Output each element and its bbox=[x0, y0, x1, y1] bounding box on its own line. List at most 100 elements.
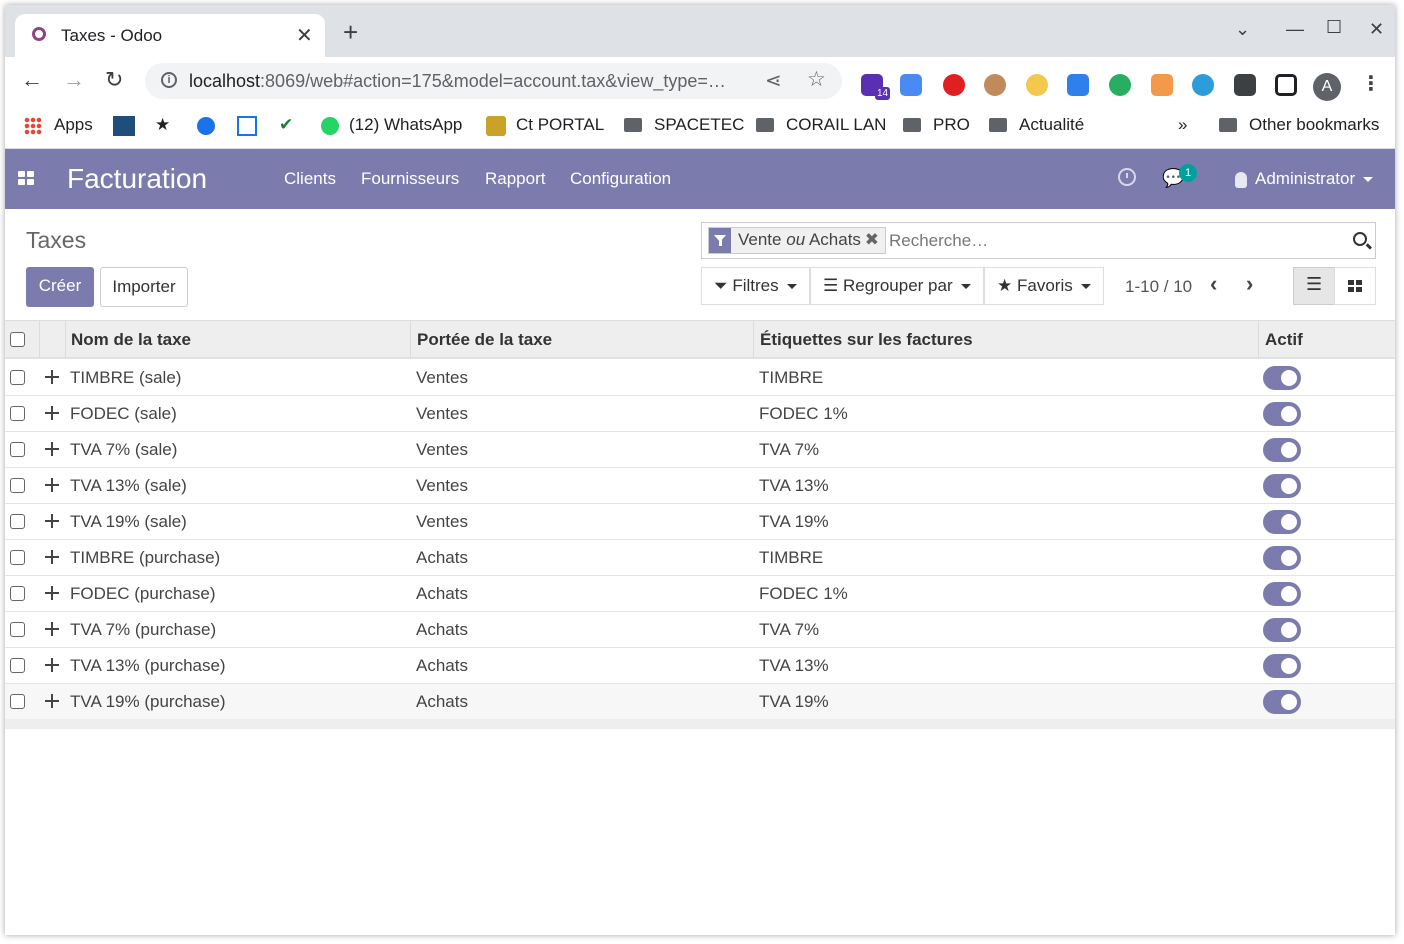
row-checkbox[interactable] bbox=[10, 514, 25, 529]
table-row[interactable]: TIMBRE (sale) Ventes TIMBRE bbox=[5, 360, 1395, 396]
bookmark-check-icon[interactable]: ✔ bbox=[279, 115, 293, 135]
aperture-extension-icon[interactable] bbox=[1192, 74, 1214, 96]
active-toggle[interactable] bbox=[1263, 438, 1301, 462]
bookmark-folder-actualite[interactable]: Actualité bbox=[989, 115, 1084, 135]
active-toggle[interactable] bbox=[1263, 546, 1301, 570]
column-header-active[interactable]: Actif bbox=[1265, 330, 1303, 350]
drag-handle-icon[interactable] bbox=[44, 585, 60, 601]
drag-handle-icon[interactable] bbox=[44, 441, 60, 457]
active-toggle[interactable] bbox=[1263, 402, 1301, 426]
row-checkbox[interactable] bbox=[10, 622, 25, 637]
drag-handle-icon[interactable] bbox=[44, 477, 60, 493]
table-row[interactable]: TVA 13% (sale) Ventes TVA 13% bbox=[5, 468, 1395, 504]
bookmark-folder-spacetec[interactable]: SPACETEC bbox=[624, 115, 744, 135]
drag-handle-icon[interactable] bbox=[44, 549, 60, 565]
row-checkbox[interactable] bbox=[10, 442, 25, 457]
column-header-name[interactable]: Nom de la taxe bbox=[71, 330, 191, 350]
favorites-dropdown[interactable]: ★ Favoris bbox=[984, 267, 1104, 305]
table-row[interactable]: TVA 7% (sale) Ventes TVA 7% bbox=[5, 432, 1395, 468]
table-row[interactable]: TVA 7% (purchase) Achats TVA 7% bbox=[5, 612, 1395, 648]
trash-extension-icon[interactable] bbox=[1151, 74, 1173, 96]
list-view-button[interactable]: ☰ bbox=[1293, 267, 1335, 305]
pager-next-icon[interactable]: › bbox=[1246, 271, 1253, 297]
active-toggle[interactable] bbox=[1263, 582, 1301, 606]
drag-handle-icon[interactable] bbox=[44, 369, 60, 385]
pager-value[interactable]: 1-10 / 10 bbox=[1125, 277, 1192, 297]
bookmark-whatsapp[interactable]: (12) WhatsApp bbox=[321, 115, 462, 135]
bookmark-apps[interactable]: Apps bbox=[24, 115, 93, 135]
close-tab-icon[interactable]: ✕ bbox=[296, 23, 313, 48]
remove-facet-icon[interactable]: ✖ bbox=[865, 230, 879, 250]
menu-configuration[interactable]: Configuration bbox=[570, 169, 671, 189]
activity-clock-icon[interactable] bbox=[1118, 168, 1136, 186]
drag-handle-icon[interactable] bbox=[44, 621, 60, 637]
row-checkbox[interactable] bbox=[10, 550, 25, 565]
minimize-icon[interactable]: — bbox=[1286, 19, 1304, 40]
search-input[interactable] bbox=[889, 231, 1329, 251]
extension-graduation-icon[interactable]: 14 bbox=[861, 74, 891, 100]
column-header-labels[interactable]: Étiquettes sur les factures bbox=[760, 330, 973, 350]
share-icon[interactable]: ⋖ bbox=[765, 68, 782, 93]
select-all-checkbox[interactable] bbox=[10, 332, 25, 347]
create-button[interactable]: Créer bbox=[26, 267, 94, 307]
active-toggle[interactable] bbox=[1263, 690, 1301, 714]
table-row[interactable]: TIMBRE (purchase) Achats TIMBRE bbox=[5, 540, 1395, 576]
bookmarks-overflow-button[interactable]: » bbox=[1178, 115, 1187, 135]
wifi-extension-icon[interactable] bbox=[1067, 74, 1089, 96]
reload-icon[interactable]: ↻ bbox=[105, 67, 123, 93]
bookmark-v-icon[interactable] bbox=[113, 115, 145, 136]
app-brand[interactable]: Facturation bbox=[67, 163, 207, 195]
site-info-icon[interactable]: i bbox=[161, 72, 177, 88]
active-toggle[interactable] bbox=[1263, 654, 1301, 678]
row-checkbox[interactable] bbox=[10, 694, 25, 709]
new-tab-icon[interactable]: + bbox=[343, 19, 358, 45]
arrow-extension-icon[interactable] bbox=[1026, 74, 1048, 96]
eye-extension-icon[interactable] bbox=[1109, 74, 1131, 96]
drag-handle-icon[interactable] bbox=[44, 657, 60, 673]
active-toggle[interactable] bbox=[1263, 474, 1301, 498]
close-window-icon[interactable]: ✕ bbox=[1369, 19, 1384, 40]
table-row[interactable]: TVA 19% (sale) Ventes TVA 19% bbox=[5, 504, 1395, 540]
address-bar[interactable]: i localhost:8069/web#action=175&model=ac… bbox=[145, 63, 842, 99]
bookmark-calendar-icon[interactable] bbox=[237, 115, 267, 136]
filters-dropdown[interactable]: ⏷ Filtres bbox=[701, 267, 810, 305]
groupby-dropdown[interactable]: ☰ Regrouper par bbox=[810, 267, 984, 305]
row-checkbox[interactable] bbox=[10, 586, 25, 601]
bookmark-star-icon[interactable]: ☆ bbox=[807, 67, 826, 92]
drag-handle-icon[interactable] bbox=[44, 513, 60, 529]
side-panel-icon[interactable] bbox=[1275, 74, 1297, 96]
table-row[interactable]: FODEC (purchase) Achats FODEC 1% bbox=[5, 576, 1395, 612]
menu-fournisseurs[interactable]: Fournisseurs bbox=[361, 169, 459, 189]
row-checkbox[interactable] bbox=[10, 478, 25, 493]
import-button[interactable]: Importer bbox=[100, 267, 188, 307]
adblock-icon[interactable] bbox=[943, 74, 965, 96]
bookmark-folder-corail-lan[interactable]: CORAIL LAN bbox=[756, 115, 886, 135]
row-checkbox[interactable] bbox=[10, 658, 25, 673]
drag-handle-icon[interactable] bbox=[44, 693, 60, 709]
menu-rapport[interactable]: Rapport bbox=[485, 169, 545, 189]
active-toggle[interactable] bbox=[1263, 366, 1301, 390]
back-icon[interactable]: ← bbox=[21, 67, 43, 93]
browser-tab[interactable]: Taxes - Odoo ✕ bbox=[15, 14, 325, 57]
url-text[interactable]: localhost:8069/web#action=175&model=acco… bbox=[189, 71, 726, 92]
tab-search-chevron-icon[interactable]: ⌄ bbox=[1235, 19, 1250, 40]
search-icon[interactable] bbox=[1353, 232, 1367, 246]
bookmark-star-icon[interactable]: ★ bbox=[155, 115, 170, 135]
menu-clients[interactable]: Clients bbox=[284, 169, 336, 189]
active-toggle[interactable] bbox=[1263, 618, 1301, 642]
table-row[interactable]: TVA 19% (purchase) Achats TVA 19% bbox=[5, 684, 1395, 720]
bookmark-ct-portal[interactable]: Ct PORTAL bbox=[486, 115, 604, 136]
table-row[interactable]: TVA 13% (purchase) Achats TVA 13% bbox=[5, 648, 1395, 684]
column-header-scope[interactable]: Portée de la taxe bbox=[417, 330, 552, 350]
bookmark-user-icon[interactable] bbox=[197, 115, 225, 135]
table-row[interactable]: FODEC (sale) Ventes FODEC 1% bbox=[5, 396, 1395, 432]
profile-avatar[interactable]: A bbox=[1313, 73, 1341, 101]
forward-icon[interactable]: → bbox=[63, 67, 85, 93]
browser-menu-icon[interactable]: ⋮ bbox=[1361, 71, 1381, 96]
google-translate-icon[interactable] bbox=[900, 74, 922, 96]
pager-previous-icon[interactable]: ‹ bbox=[1210, 271, 1217, 297]
bookmark-other[interactable]: Other bookmarks bbox=[1219, 115, 1379, 135]
maximize-icon[interactable]: ☐ bbox=[1326, 17, 1342, 38]
monkey-extension-icon[interactable] bbox=[984, 74, 1006, 96]
app-switcher-icon[interactable] bbox=[18, 171, 34, 187]
